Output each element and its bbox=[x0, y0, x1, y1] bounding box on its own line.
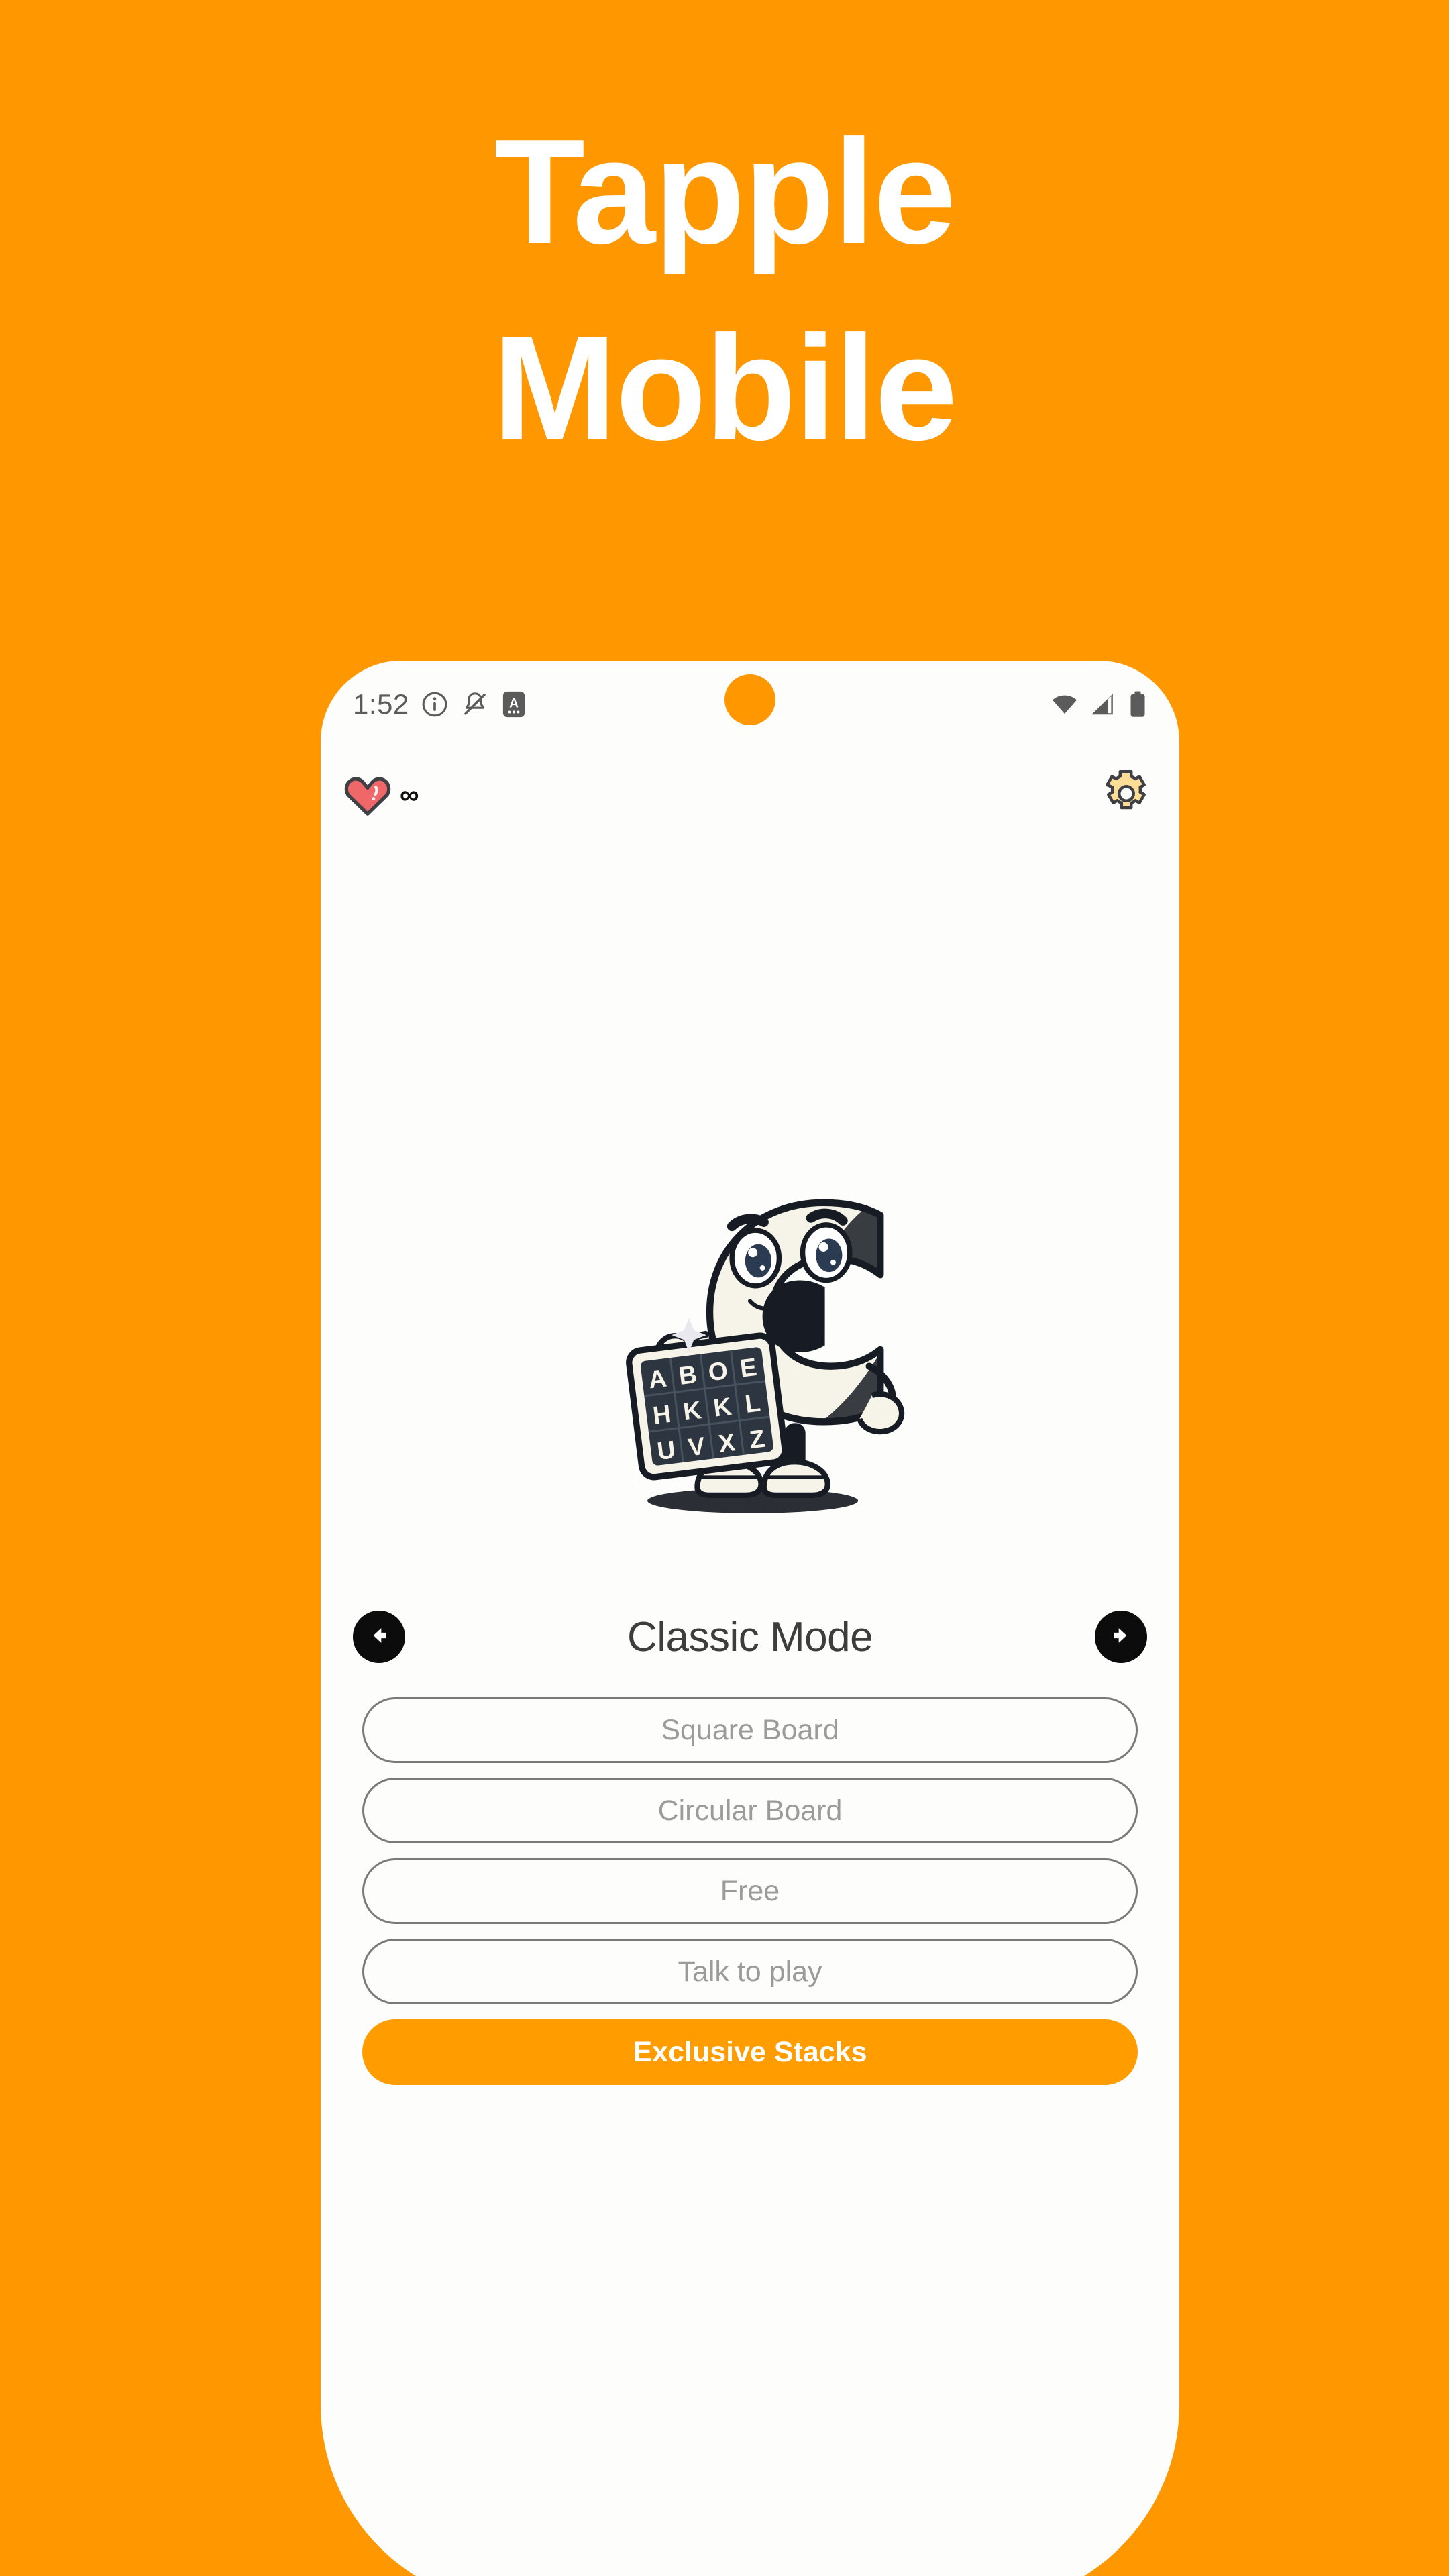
svg-text:H: H bbox=[651, 1399, 673, 1430]
no-notification-icon bbox=[460, 690, 490, 719]
battery-icon bbox=[1128, 690, 1147, 718]
app-bar: ∞ bbox=[321, 748, 1179, 842]
svg-text:B: B bbox=[677, 1360, 698, 1390]
cell-signal-icon bbox=[1089, 691, 1119, 718]
svg-text:U: U bbox=[655, 1435, 677, 1465]
wifi-icon bbox=[1049, 691, 1080, 718]
status-bar-left: 1:52 A bbox=[353, 688, 527, 720]
option-free[interactable]: Free bbox=[362, 1858, 1138, 1924]
svg-text:V: V bbox=[686, 1432, 706, 1462]
arrow-left-icon bbox=[366, 1622, 392, 1652]
next-mode-button[interactable] bbox=[1095, 1611, 1147, 1663]
svg-text:E: E bbox=[739, 1352, 759, 1383]
heart-icon bbox=[342, 770, 393, 820]
svg-text:K: K bbox=[682, 1395, 703, 1426]
svg-text:Z: Z bbox=[748, 1424, 767, 1454]
status-bar: 1:52 A bbox=[321, 661, 1179, 748]
gear-icon bbox=[1100, 767, 1152, 823]
svg-text:O: O bbox=[706, 1356, 729, 1386]
mascot-illustration: ABOE HKKL UVXZ bbox=[321, 1124, 1179, 1540]
info-icon bbox=[420, 690, 449, 719]
status-bar-clock: 1:52 bbox=[353, 688, 409, 720]
phone-mockup: 1:52 A ∞ A B O E H K K L U V X Z Classic… bbox=[321, 661, 1179, 2576]
app-store-promo-screenshot: Tapple Mobile 1:52 A ∞ A B O E H K K L U… bbox=[0, 0, 1449, 2576]
front-camera-punchhole bbox=[724, 674, 775, 725]
mode-selector: Classic Mode bbox=[321, 1600, 1179, 1674]
svg-text:A: A bbox=[509, 697, 519, 711]
svg-text:L: L bbox=[743, 1388, 762, 1417]
lives-indicator[interactable]: ∞ bbox=[342, 770, 419, 820]
promo-title-line-1: Tapple bbox=[494, 109, 957, 275]
option-circular-board[interactable]: Circular Board bbox=[362, 1778, 1138, 1843]
arrow-right-icon bbox=[1108, 1622, 1134, 1652]
lives-count-label: ∞ bbox=[400, 780, 419, 810]
promo-title: Tapple Mobile bbox=[0, 94, 1449, 487]
promo-title-line-2: Mobile bbox=[492, 305, 958, 472]
settings-button[interactable] bbox=[1100, 767, 1152, 823]
option-exclusive-stacks[interactable]: Exclusive Stacks bbox=[362, 2019, 1138, 2085]
status-bar-right bbox=[1049, 690, 1147, 718]
tapple-c-mascot: ABOE HKKL UVXZ bbox=[626, 1199, 905, 1513]
svg-text:A: A bbox=[647, 1363, 668, 1393]
svg-text:X: X bbox=[717, 1428, 737, 1458]
option-talk-to-play[interactable]: Talk to play bbox=[362, 1939, 1138, 2004]
option-square-board[interactable]: Square Board bbox=[362, 1697, 1138, 1763]
current-mode-label: Classic Mode bbox=[627, 1613, 873, 1660]
keyboard-language-icon: A bbox=[500, 689, 527, 720]
prev-mode-button[interactable] bbox=[353, 1611, 405, 1663]
game-option-list: Square Board Circular Board Free Talk to… bbox=[362, 1697, 1138, 2085]
svg-text:K: K bbox=[712, 1392, 733, 1422]
